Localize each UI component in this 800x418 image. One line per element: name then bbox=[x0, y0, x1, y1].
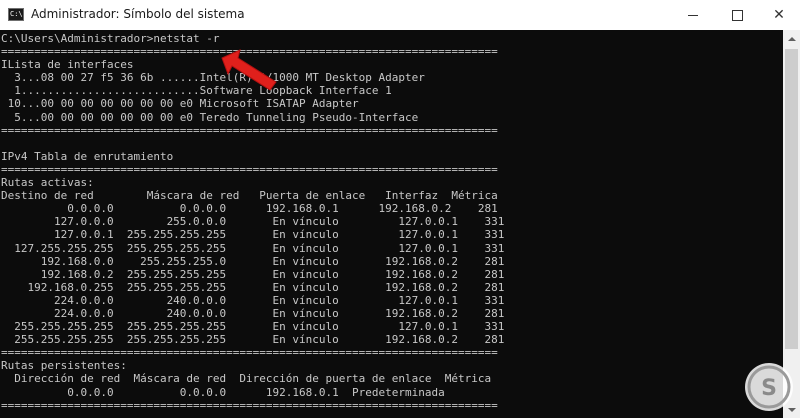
minimize-button[interactable] bbox=[672, 0, 714, 30]
console-line: ========================================… bbox=[1, 162, 498, 176]
console-line: ========================================… bbox=[1, 123, 498, 137]
console-line: 0.0.0.0 0.0.0.0 192.168.0.1 Predetermina… bbox=[1, 385, 445, 399]
console-line: 5...00 00 00 00 00 00 00 e0 Teredo Tunne… bbox=[1, 110, 419, 124]
console-line: 224.0.0.0 240.0.0.0 En vínculo 192.168.0… bbox=[1, 306, 505, 320]
console-line: 127.0.0.0 255.0.0.0 En vínculo 127.0.0.1… bbox=[1, 215, 505, 229]
console-app-icon[interactable]: C:\ bbox=[8, 8, 24, 21]
console-line: 127.0.0.1 255.255.255.255 En vínculo 127… bbox=[1, 228, 505, 242]
console-line: 255.255.255.255 255.255.255.255 En víncu… bbox=[1, 320, 505, 334]
console-line: Rutas activas: bbox=[1, 176, 94, 190]
maximize-button[interactable] bbox=[716, 0, 758, 30]
title-bar[interactable]: C:\ Administrador: Símbolo del sistema ✕ bbox=[0, 0, 800, 30]
console-line: 192.168.0.255 255.255.255.255 En vínculo… bbox=[1, 280, 505, 294]
console-line: Destino de red Máscara de red Puerta de … bbox=[1, 189, 498, 203]
maximize-icon bbox=[731, 9, 743, 21]
close-icon: ✕ bbox=[773, 7, 785, 23]
console-line: 224.0.0.0 240.0.0.0 En vínculo 127.0.0.1… bbox=[1, 293, 505, 307]
console-line: 255.255.255.255 255.255.255.255 En víncu… bbox=[1, 333, 505, 347]
console-line: 0.0.0.0 0.0.0.0 192.168.0.1 192.168.0.2 … bbox=[1, 202, 498, 216]
chevron-up-icon bbox=[787, 36, 796, 41]
console-line: ========================================… bbox=[1, 398, 498, 412]
scroll-up-button[interactable] bbox=[783, 30, 800, 47]
console-line: 192.168.0.0 255.255.255.0 En vínculo 192… bbox=[1, 254, 505, 268]
command-prompt-window: C:\ Administrador: Símbolo del sistema ✕… bbox=[0, 0, 800, 418]
scrollbar-thumb[interactable] bbox=[785, 49, 798, 349]
console-line: IPv4 Tabla de enrutamiento bbox=[1, 149, 174, 163]
console-line: Dirección de red Máscara de red Direcció… bbox=[1, 372, 492, 386]
console-line: 127.255.255.255 255.255.255.255 En víncu… bbox=[1, 241, 505, 255]
console-line: Rutas persistentes: bbox=[1, 359, 127, 373]
console-line: C:\Users\Administrador>netstat -r bbox=[1, 32, 220, 45]
console-line: 10...00 00 00 00 00 00 00 e0 Microsoft I… bbox=[1, 97, 359, 111]
console-line: ========================================… bbox=[1, 346, 498, 360]
red-arrow-icon bbox=[221, 49, 277, 91]
window-title: Administrador: Símbolo del sistema bbox=[31, 7, 245, 21]
console-line: 192.168.0.2 255.255.255.255 En vínculo 1… bbox=[1, 267, 505, 281]
console-output-area[interactable]: C:\Users\Administrador>netstat -r =======… bbox=[0, 30, 783, 418]
logo-icon: S bbox=[745, 363, 793, 411]
svg-text:S: S bbox=[761, 376, 777, 401]
close-button[interactable]: ✕ bbox=[758, 0, 800, 30]
minimize-icon bbox=[688, 14, 698, 16]
